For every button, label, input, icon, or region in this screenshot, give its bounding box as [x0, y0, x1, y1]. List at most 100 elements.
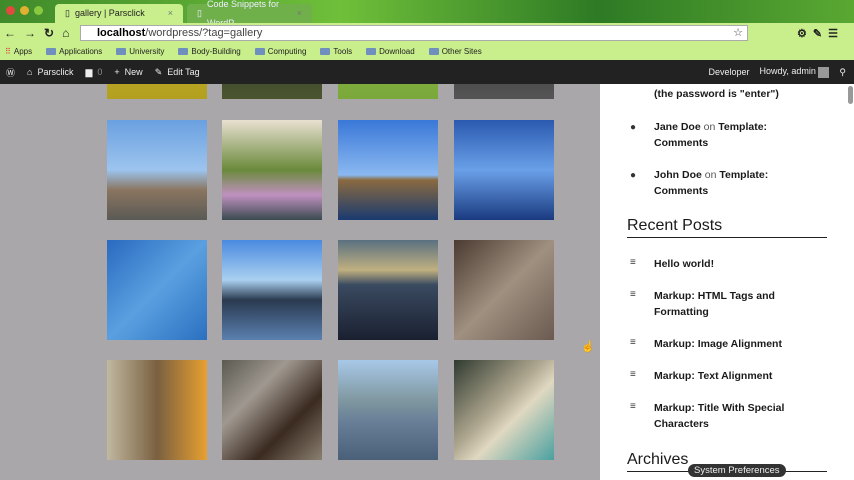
- minimize-window-button[interactable]: [20, 6, 29, 15]
- developer-link[interactable]: Developer: [709, 67, 750, 77]
- bookmark-tools[interactable]: Tools: [320, 47, 352, 56]
- bookmark-label: Computing: [267, 47, 307, 56]
- gallery-thumbnail[interactable]: [454, 120, 554, 220]
- recent-comment: John Doe on Template: Comments: [654, 167, 824, 199]
- search-icon[interactable]: ⚲: [839, 67, 846, 78]
- gallery-thumbnail[interactable]: [107, 360, 207, 460]
- plus-icon: +: [114, 67, 120, 77]
- account-menu[interactable]: Howdy, admin: [759, 66, 830, 78]
- zoom-window-button[interactable]: [34, 6, 43, 15]
- folder-icon: [46, 48, 57, 55]
- close-window-button[interactable]: [6, 6, 15, 15]
- recent-post-link[interactable]: Markup: Title With Special Characters: [654, 400, 824, 432]
- edit-tag-link[interactable]: ✎ Edit Tag: [155, 67, 200, 78]
- recent-post-link[interactable]: Markup: Image Alignment: [654, 336, 824, 352]
- tab-gallery[interactable]: ▯ gallery | Parsclick ×: [55, 4, 183, 23]
- on-label: on: [704, 169, 717, 181]
- recent-posts-heading: Recent Posts: [627, 217, 827, 238]
- reload-icon[interactable]: ↻: [44, 26, 54, 40]
- wp-logo-icon[interactable]: Ⓦ: [6, 66, 15, 79]
- home-icon[interactable]: ⌂: [62, 26, 69, 40]
- window-controls: [6, 6, 43, 15]
- home-icon: ⌂: [27, 67, 33, 77]
- gallery-thumbnail[interactable]: [222, 240, 322, 340]
- gallery-thumbnail[interactable]: [107, 240, 207, 340]
- avatar: [818, 66, 830, 78]
- gallery-grid: [0, 84, 600, 480]
- close-tab-icon[interactable]: ×: [297, 4, 302, 23]
- on-label: on: [703, 121, 716, 133]
- tooltip: System Preferences: [688, 464, 786, 477]
- comment-author[interactable]: Jane Doe: [654, 121, 701, 133]
- recent-post-link[interactable]: Markup: Text Alignment: [654, 368, 824, 384]
- recent-post-link[interactable]: Markup: HTML Tags and Formatting: [654, 288, 824, 320]
- address-bar[interactable]: localhost/wordpress/?tag=gallery ☆: [80, 25, 748, 41]
- bookmark-label: Download: [379, 47, 415, 56]
- folder-icon: [428, 48, 439, 55]
- bookmarks-bar: ⠿ Apps Applications University Body-Build…: [0, 43, 854, 60]
- list-icon: ≡: [630, 289, 636, 300]
- bookmark-other-sites[interactable]: Other Sites: [428, 47, 482, 56]
- bookmark-label: Other Sites: [441, 47, 482, 56]
- tab-label: gallery | Parsclick: [74, 8, 145, 18]
- gallery-thumbnail[interactable]: [222, 360, 322, 460]
- browser-chrome: ▯ gallery | Parsclick × ▯ Code Snippets for…: [0, 0, 854, 60]
- sidebar: (the password is "enter") ● Jane Doe on …: [600, 84, 854, 480]
- folder-icon: [178, 48, 189, 55]
- list-icon: ≡: [630, 257, 636, 268]
- gallery-thumbnail[interactable]: [454, 84, 554, 99]
- comments-link[interactable]: ▆ 0: [85, 67, 102, 78]
- scrollbar-thumb[interactable]: [848, 86, 853, 104]
- bookmark-body-building[interactable]: Body-Building: [178, 47, 241, 56]
- new-link[interactable]: + New: [114, 67, 142, 77]
- bookmark-apps[interactable]: ⠿ Apps: [5, 47, 32, 56]
- tab-code-snippets[interactable]: ▯Code Snippets for WordP×: [187, 0, 312, 28]
- comment-icon: ●: [630, 170, 637, 181]
- bookmark-university[interactable]: University: [116, 47, 164, 56]
- new-label: New: [124, 67, 143, 77]
- bookmark-label: University: [129, 47, 165, 56]
- gallery-thumbnail[interactable]: [222, 120, 322, 220]
- bookmark-label: Apps: [13, 47, 33, 56]
- site-name-link[interactable]: ⌂ Parsclick: [27, 67, 73, 77]
- extension-icons[interactable]: ⚙✎☰: [797, 27, 844, 40]
- comment-count: 0: [97, 67, 103, 77]
- gallery-thumbnail[interactable]: [107, 84, 207, 99]
- edit-label: Edit Tag: [167, 67, 200, 77]
- bookmark-star-icon[interactable]: ☆: [733, 26, 743, 40]
- list-icon: ≡: [630, 337, 636, 348]
- howdy-label: Howdy, admin: [759, 66, 816, 77]
- folder-icon: [116, 48, 127, 55]
- url-path: /wordpress/?tag=gallery: [145, 27, 263, 39]
- bookmark-applications[interactable]: Applications: [46, 47, 102, 56]
- back-icon[interactable]: ←: [4, 26, 16, 40]
- folder-icon: [254, 48, 265, 55]
- site-name: Parsclick: [37, 67, 74, 77]
- pencil-icon: ✎: [154, 66, 163, 77]
- comment-icon: ●: [630, 122, 637, 133]
- bookmark-label: Tools: [333, 47, 353, 56]
- gallery-thumbnail[interactable]: [338, 84, 438, 99]
- comment-icon: ▆: [85, 66, 93, 77]
- forward-icon[interactable]: →: [24, 26, 36, 40]
- comment-author[interactable]: John Doe: [654, 169, 702, 181]
- list-icon: ≡: [630, 401, 636, 412]
- wp-admin-bar: Ⓦ ⌂ Parsclick ▆ 0 + New ✎ Edit Tag Developer…: [0, 60, 854, 84]
- gallery-thumbnail[interactable]: [107, 120, 207, 220]
- gallery-thumbnail[interactable]: [454, 240, 554, 340]
- gallery-thumbnail[interactable]: [454, 360, 554, 460]
- gallery-thumbnail[interactable]: [338, 120, 438, 220]
- bookmark-computing[interactable]: Computing: [254, 47, 307, 56]
- page-icon: ▯: [65, 8, 70, 18]
- gallery-thumbnail[interactable]: [338, 360, 438, 460]
- page-icon: ▯: [197, 8, 202, 18]
- folder-icon: [320, 48, 331, 55]
- comment-partial: (the password is "enter"): [654, 88, 779, 100]
- gallery-thumbnail[interactable]: [222, 84, 322, 99]
- list-icon: ≡: [630, 369, 636, 380]
- gallery-thumbnail[interactable]: [338, 240, 438, 340]
- close-tab-icon[interactable]: ×: [168, 4, 173, 23]
- recent-post-link[interactable]: Hello world!: [654, 256, 824, 272]
- bookmark-download[interactable]: Download: [366, 47, 415, 56]
- folder-icon: [366, 48, 377, 55]
